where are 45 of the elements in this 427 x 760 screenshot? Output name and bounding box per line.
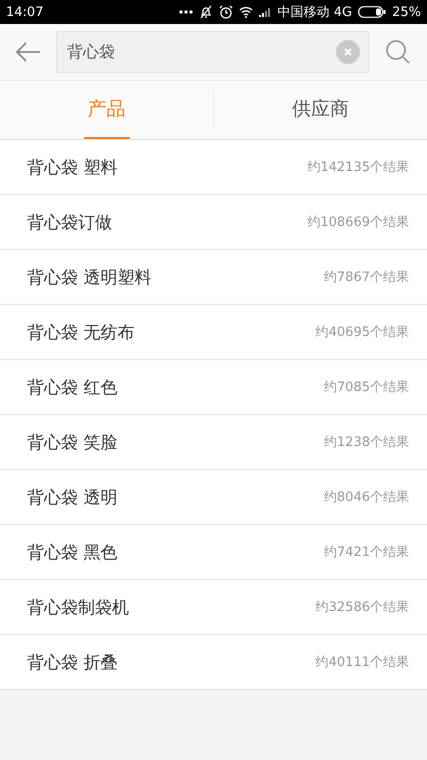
result-count: 约142135个结果 bbox=[307, 159, 409, 176]
muted-bell-icon bbox=[198, 5, 213, 19]
battery-percent: 25% bbox=[392, 4, 421, 20]
result-count: 约7421个结果 bbox=[324, 544, 409, 561]
suggestion-text: 背心袋 黑色 bbox=[27, 542, 118, 564]
close-icon bbox=[343, 47, 353, 57]
result-count: 约7085个结果 bbox=[324, 379, 409, 396]
suggestion-text: 背心袋订做 bbox=[27, 212, 112, 234]
tab[interactable]: 供应商 bbox=[288, 91, 353, 129]
result-count: 约7867个结果 bbox=[324, 269, 409, 286]
more-dots-icon bbox=[178, 10, 193, 14]
suggestion-text: 背心袋 红色 bbox=[27, 376, 118, 398]
suggestion-text: 背心袋 塑料 bbox=[27, 156, 118, 178]
suggestion-item[interactable]: 背心袋 红色 约7085个结果 bbox=[0, 360, 427, 415]
search-field[interactable]: 背心袋 bbox=[56, 31, 369, 73]
wifi-icon bbox=[238, 6, 253, 18]
result-count: 约8046个结果 bbox=[324, 489, 409, 506]
suggestion-item[interactable]: 背心袋 笑脸 约1238个结果 bbox=[0, 415, 427, 470]
suggestion-item[interactable]: 背心袋制袋机 约32586个结果 bbox=[0, 580, 427, 635]
result-count: 约40695个结果 bbox=[316, 324, 409, 341]
result-count: 约1238个结果 bbox=[324, 434, 409, 451]
suggestion-text: 背心袋 折叠 bbox=[27, 652, 118, 674]
suggestion-item[interactable]: 背心袋 透明 约8046个结果 bbox=[0, 470, 427, 525]
suggestion-item[interactable]: 背心袋 透明塑料 约7867个结果 bbox=[0, 250, 427, 305]
search-icon bbox=[385, 39, 411, 65]
suggestion-item[interactable]: 背心袋 折叠 约40111个结果 bbox=[0, 635, 427, 689]
suggestion-text: 背心袋制袋机 bbox=[27, 596, 129, 618]
battery-icon bbox=[358, 6, 386, 18]
suggestion-item[interactable]: 背心袋 无纺布 约40695个结果 bbox=[0, 305, 427, 360]
clear-button[interactable] bbox=[336, 40, 360, 64]
suggestion-text: 背心袋 无纺布 bbox=[27, 322, 134, 344]
suggestion-item[interactable]: 背心袋 塑料 约142135个结果 bbox=[0, 140, 427, 195]
result-count: 约32586个结果 bbox=[316, 599, 409, 616]
result-count: 约108669个结果 bbox=[307, 214, 409, 231]
back-arrow-icon bbox=[15, 42, 41, 62]
carrier-label: 中国移动 4G bbox=[278, 4, 352, 21]
suggestion-item[interactable]: 背心袋订做 约108669个结果 bbox=[0, 195, 427, 250]
suggestion-text: 背心袋 笑脸 bbox=[27, 432, 118, 454]
suggestion-text: 背心袋 透明 bbox=[27, 486, 118, 508]
result-count: 约40111个结果 bbox=[316, 654, 409, 671]
suggestion-text: 背心袋 透明塑料 bbox=[27, 266, 152, 288]
alarm-icon bbox=[218, 5, 233, 19]
suggestion-item[interactable]: 背心袋 黑色 约7421个结果 bbox=[0, 525, 427, 580]
clock-time: 14:07 bbox=[6, 4, 44, 20]
signal-icon bbox=[258, 7, 272, 17]
